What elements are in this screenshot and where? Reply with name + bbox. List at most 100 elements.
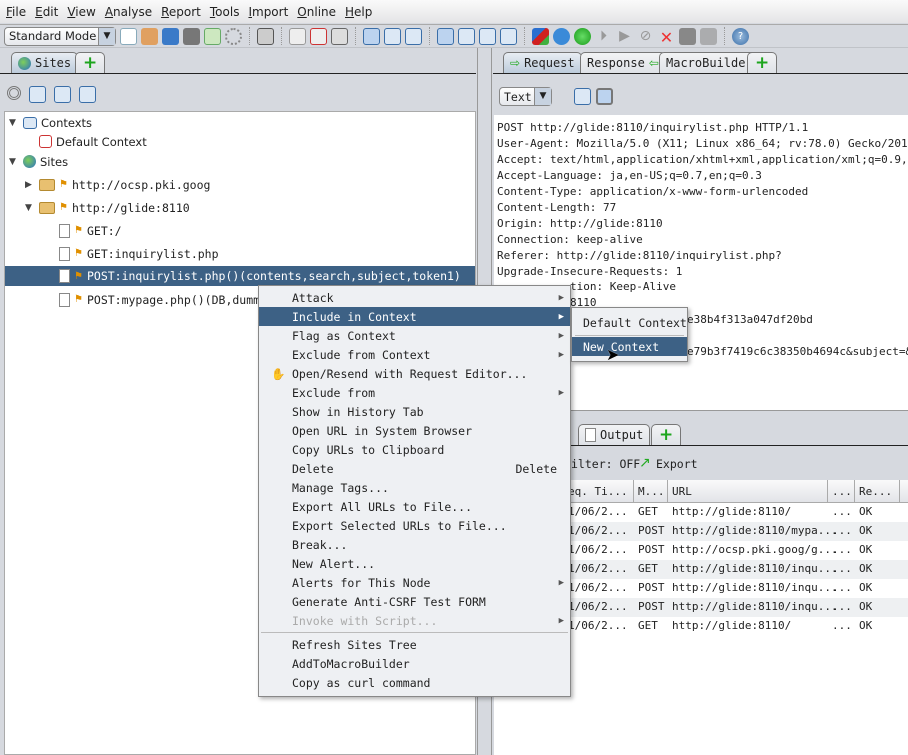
- menu-edit[interactable]: Edit: [35, 5, 58, 19]
- table-cell: 1/06/2...: [568, 600, 628, 613]
- menu-item-include-in-context[interactable]: Include in Context ▶: [259, 307, 570, 326]
- add-tab-button[interactable]: +: [651, 424, 682, 445]
- tab-response[interactable]: Response ⇦: [580, 52, 666, 73]
- help-icon[interactable]: ?: [732, 27, 749, 45]
- break-on-icon[interactable]: [574, 27, 591, 45]
- export-icon[interactable]: ↗: [639, 455, 651, 471]
- tab-layout-2-icon[interactable]: [458, 27, 475, 45]
- console-icon[interactable]: [331, 27, 348, 45]
- tree-node-site-ocsp[interactable]: ▶ ⚑ http://ocsp.pki.goog: [25, 175, 210, 194]
- menu-import[interactable]: Import: [248, 5, 288, 19]
- tree-node-default-context[interactable]: Default Context: [39, 132, 147, 151]
- node-label: Default Context: [56, 134, 147, 149]
- view-mode-select[interactable]: Text ▼: [499, 87, 552, 106]
- menu-item-break[interactable]: Break...: [259, 535, 570, 554]
- layout-1-icon[interactable]: [363, 27, 380, 45]
- menu-item-generate-anti-csrf-test-form[interactable]: Generate Anti-CSRF Test FORM: [259, 592, 570, 611]
- menu-tools[interactable]: Tools: [210, 5, 240, 19]
- snapshot-icon[interactable]: [183, 27, 200, 45]
- drop-icon[interactable]: ⊘: [637, 28, 654, 45]
- menu-item-default-context[interactable]: Default Context: [572, 313, 687, 332]
- tab-request[interactable]: ⇨ Request: [503, 52, 582, 73]
- menu-view[interactable]: View: [67, 5, 95, 19]
- split-view-icon[interactable]: [574, 88, 591, 105]
- column-header[interactable]: URL: [668, 480, 828, 503]
- menu-report[interactable]: Report: [161, 5, 201, 19]
- add-tab-button[interactable]: +: [75, 52, 106, 73]
- menu-item-delete[interactable]: Delete Delete: [259, 459, 570, 478]
- export-button[interactable]: Export: [656, 457, 698, 471]
- menu-online[interactable]: Online: [297, 5, 336, 19]
- table-cell: ...: [832, 562, 852, 575]
- tab-output[interactable]: Output: [578, 424, 651, 445]
- continue-icon[interactable]: ▶: [616, 28, 633, 45]
- tab-layout-4-icon[interactable]: [500, 27, 517, 45]
- target-icon[interactable]: [7, 86, 21, 100]
- menu-item-copy-as-curl-command[interactable]: Copy as curl command: [259, 673, 570, 692]
- new-session-icon[interactable]: [120, 27, 137, 45]
- step-icon[interactable]: ⏵: [595, 28, 612, 45]
- menu-item-addtomacrobuilder[interactable]: AddToMacroBuilder: [259, 654, 570, 673]
- http-sessions-icon[interactable]: [700, 27, 717, 45]
- column-header[interactable]: [900, 480, 908, 503]
- open-session-icon[interactable]: [141, 27, 158, 45]
- unmark-icon[interactable]: [310, 27, 327, 45]
- tab-sites[interactable]: Sites: [11, 52, 79, 73]
- menu-item-export-all-urls-to-file[interactable]: Export All URLs to File...: [259, 497, 570, 516]
- menu-item-flag-as-context[interactable]: Flag as Context ▶: [259, 326, 570, 345]
- tree-node-contexts[interactable]: ▼ Contexts: [9, 113, 92, 132]
- request-line: Origin: http://glide:8110: [497, 217, 663, 230]
- menu-analyse[interactable]: Analyse: [105, 5, 152, 19]
- column-header[interactable]: M...: [634, 480, 668, 503]
- menu-item-open-url-in-system-browser[interactable]: Open URL in System Browser: [259, 421, 570, 440]
- tab-macrobuilder[interactable]: MacroBuilder: [659, 52, 760, 73]
- layout-3-icon[interactable]: [405, 27, 422, 45]
- tab-layout-1-icon[interactable]: [437, 27, 454, 45]
- scan-policy-icon[interactable]: [532, 27, 549, 45]
- properties-icon[interactable]: [204, 27, 221, 45]
- request-line: Referer: http://glide:8110/inquirylist.p…: [497, 249, 782, 262]
- add-tab-button[interactable]: +: [747, 52, 778, 73]
- tree-node-get-root[interactable]: ⚑ GET:/: [59, 221, 122, 240]
- column-header[interactable]: Re...: [855, 480, 900, 503]
- filter-status[interactable]: ilter: OFF: [571, 457, 640, 471]
- tree-node-post-mypage[interactable]: ⚑ POST:mypage.php()(DB,dummy,p: [59, 290, 281, 309]
- menu-item-label: Open URL in System Browser: [292, 423, 473, 438]
- tree-node-get-inquirylist[interactable]: ⚑ GET:inquirylist.php: [59, 244, 219, 263]
- menu-item-alerts-for-this-node[interactable]: Alerts for This Node ▶: [259, 573, 570, 592]
- refresh-icon[interactable]: [553, 27, 570, 45]
- request-line: User-Agent: Mozilla/5.0 (X11; Linux x86_…: [497, 137, 908, 150]
- menu-item-open-resend-with-request-editor[interactable]: Open/Resend with Request Editor... ✋: [259, 364, 570, 383]
- node-label: GET:inquirylist.php: [86, 246, 219, 261]
- import-context-icon[interactable]: [54, 86, 71, 103]
- menu-item-new-alert[interactable]: New Alert...: [259, 554, 570, 573]
- menu-item-new-context[interactable]: New Context: [572, 337, 687, 356]
- menu-item-show-in-history-tab[interactable]: Show in History Tab: [259, 402, 570, 421]
- menu-item-refresh-sites-tree[interactable]: Refresh Sites Tree: [259, 635, 570, 654]
- layout-swap-icon[interactable]: [257, 27, 274, 45]
- tree-node-sites[interactable]: ▼ Sites: [9, 152, 68, 171]
- save-session-icon[interactable]: [162, 27, 179, 45]
- menu-help[interactable]: Help: [345, 5, 372, 19]
- add-breakpoint-icon[interactable]: ✕: [658, 28, 675, 47]
- tree-node-site-glide[interactable]: ▼ ⚑ http://glide:8110: [25, 198, 190, 217]
- tree-node-post-inquirylist[interactable]: ⚑ POST:inquirylist.php()(contents,search,…: [5, 266, 475, 286]
- layout-2-icon[interactable]: [384, 27, 401, 45]
- forced-user-icon[interactable]: [679, 27, 696, 45]
- single-view-icon[interactable]: [596, 88, 613, 105]
- menu-item-manage-tags[interactable]: Manage Tags...: [259, 478, 570, 497]
- mark-icon[interactable]: [289, 27, 306, 45]
- gear-icon[interactable]: [225, 27, 242, 45]
- menu-item-export-selected-urls-to-file[interactable]: Export Selected URLs to File...: [259, 516, 570, 535]
- menu-item-exclude-from-context[interactable]: Exclude from Context ▶: [259, 345, 570, 364]
- column-header[interactable]: ...: [828, 480, 855, 503]
- mode-select[interactable]: Standard Mode ▼: [4, 26, 116, 46]
- menu-item-attack[interactable]: Attack ▶: [259, 288, 570, 307]
- new-context-icon[interactable]: [29, 86, 46, 103]
- tab-layout-3-icon[interactable]: [479, 27, 496, 45]
- export-context-icon[interactable]: [79, 86, 96, 103]
- menu-item-exclude-from[interactable]: Exclude from ▶: [259, 383, 570, 402]
- menu-file[interactable]: File: [6, 5, 26, 19]
- menu-item-copy-urls-to-clipboard[interactable]: Copy URLs to Clipboard: [259, 440, 570, 459]
- divider: [0, 73, 476, 74]
